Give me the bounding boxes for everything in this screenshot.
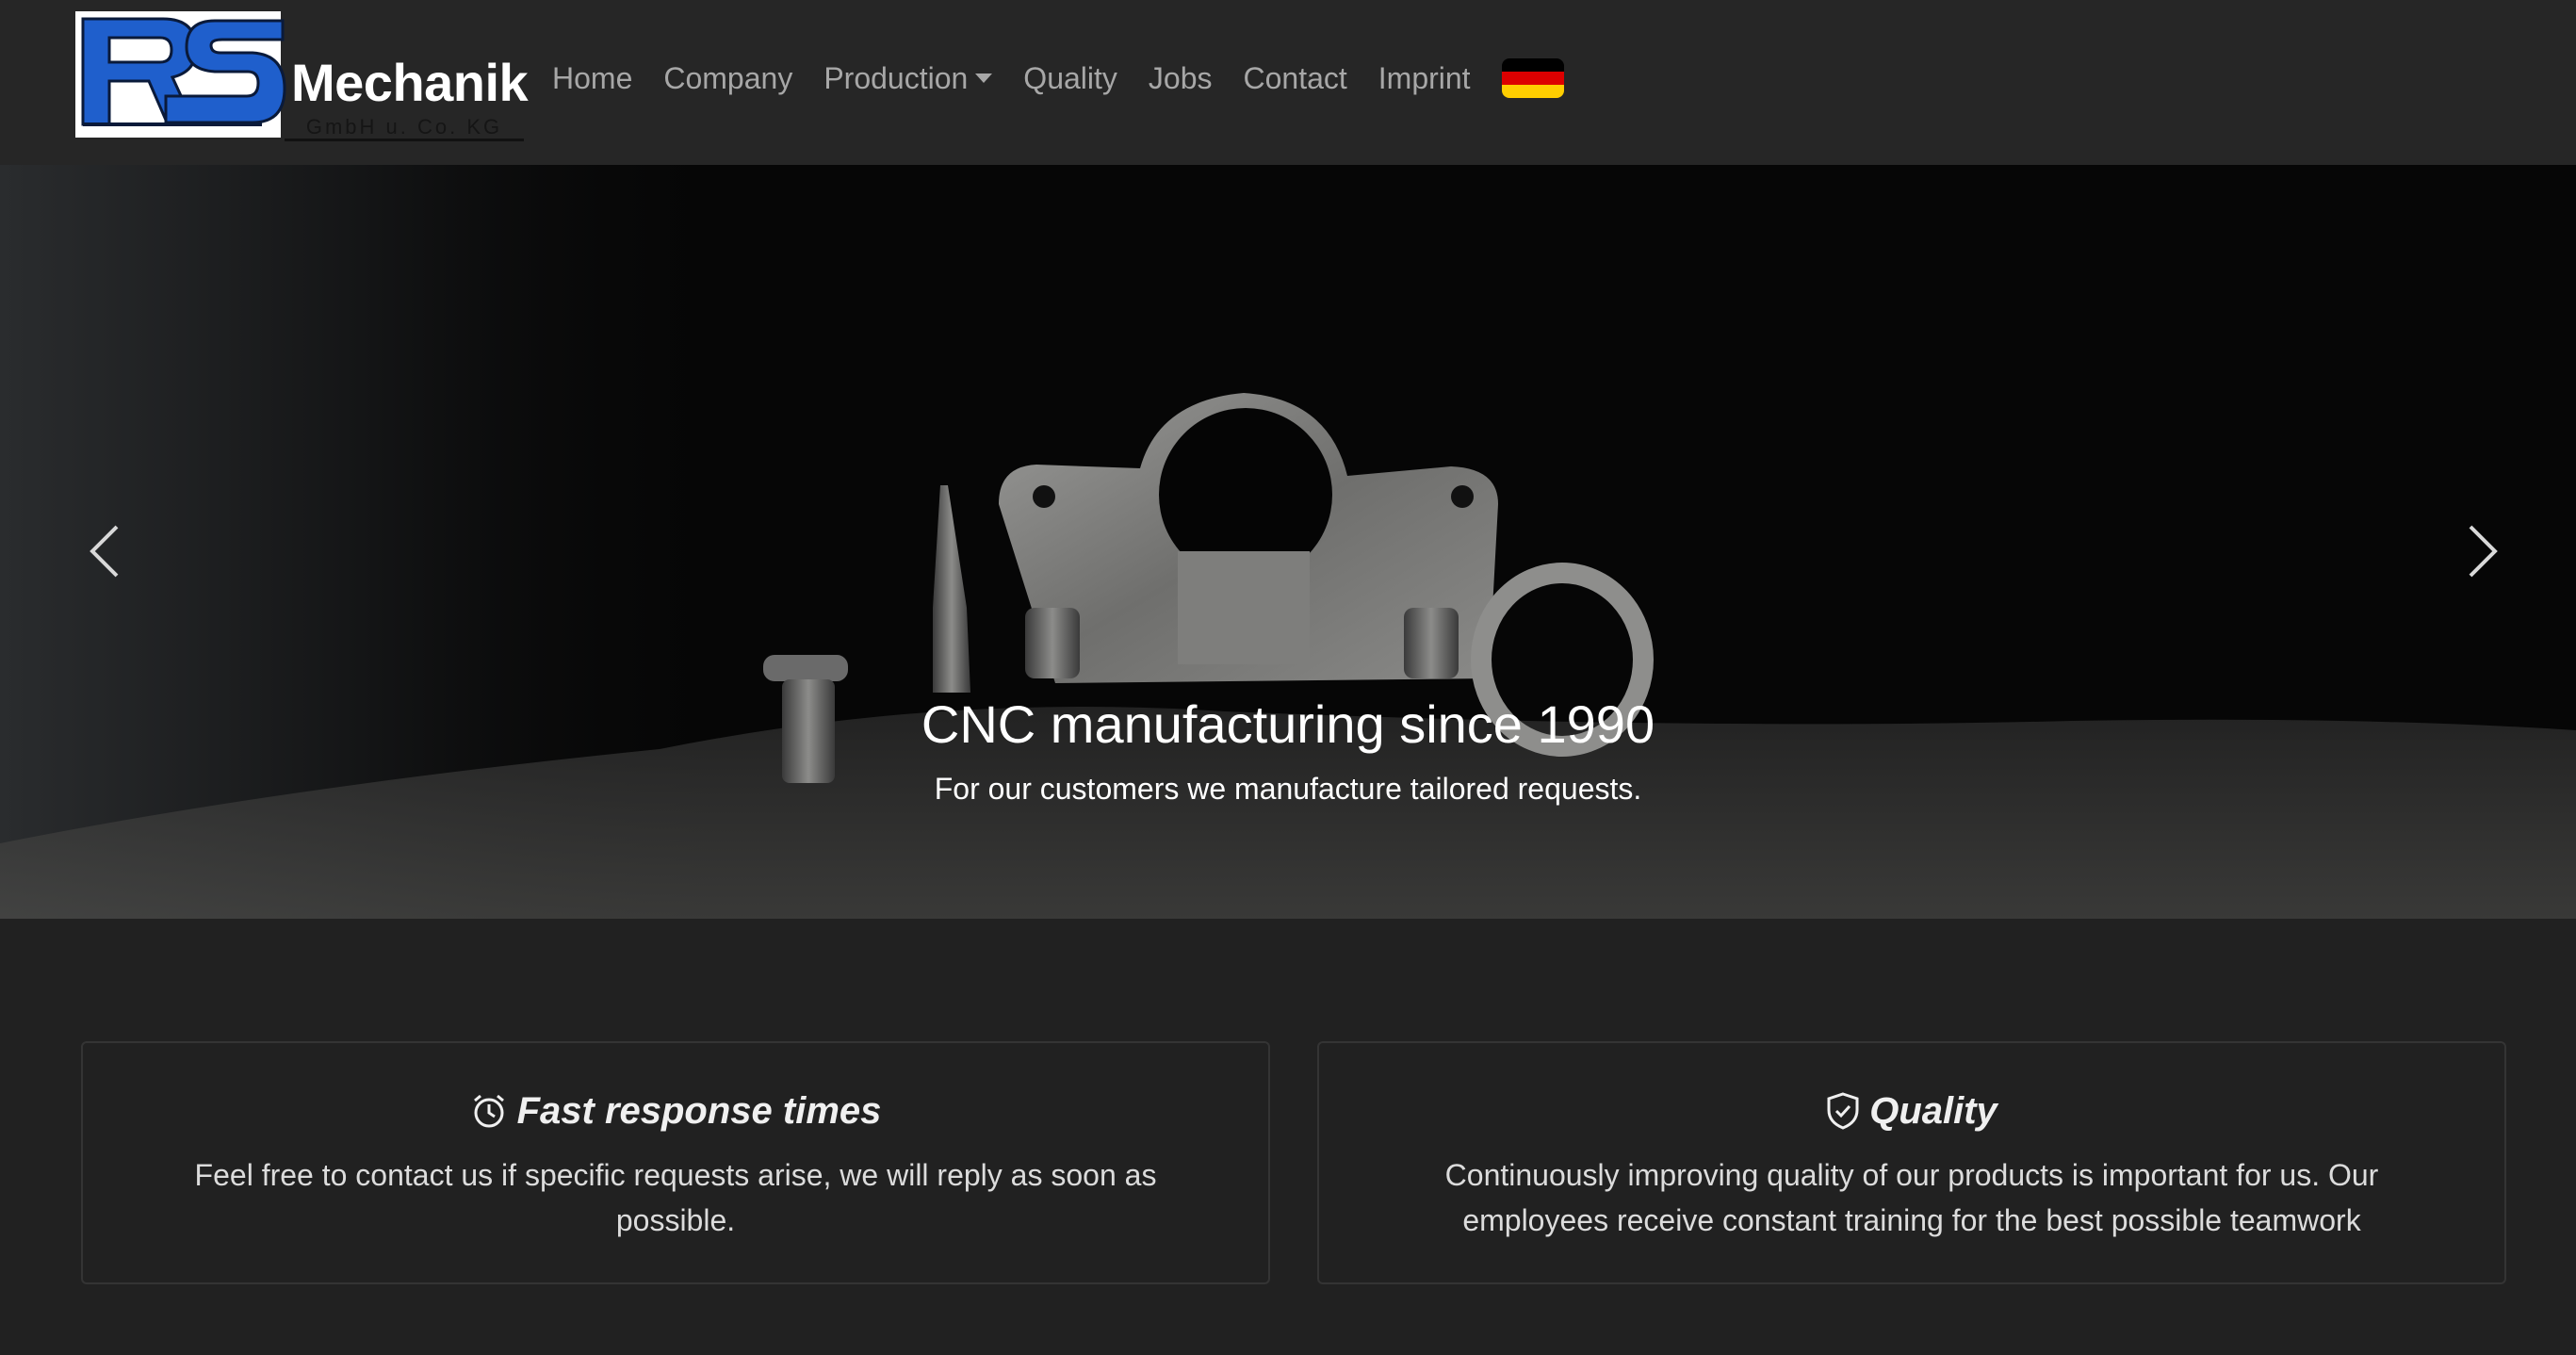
nav-item-jobs[interactable]: Jobs: [1149, 55, 1213, 102]
brand-name: Mechanik: [291, 53, 529, 112]
nav-item-company[interactable]: Company: [663, 55, 792, 102]
feature-cards: Fast response times Feel free to contact…: [81, 1041, 2506, 1284]
nav-item-contact[interactable]: Contact: [1243, 55, 1346, 102]
caret-down-icon: [975, 73, 993, 83]
brand-subtitle: GmbH u. Co. KG: [285, 113, 524, 141]
rs-logo: [75, 11, 286, 138]
feature-title-quality: Quality: [1319, 1088, 2504, 1134]
nav-item-production[interactable]: Production: [823, 55, 993, 102]
feature-title-response-label: Fast response times: [516, 1090, 882, 1132]
flag-stripe-red: [1501, 72, 1564, 85]
feature-title-response: Fast response times: [83, 1088, 1268, 1134]
flag-stripe-gold: [1501, 85, 1564, 98]
flag-stripe-black: [1501, 58, 1564, 72]
alarm-clock-icon: [473, 1094, 504, 1128]
brand-logo-link[interactable]: Mechanik GmbH u. Co. KG: [73, 9, 529, 143]
carousel-next-button[interactable]: [2450, 509, 2516, 594]
hero-title: CNC manufacturing since 1990: [921, 694, 1655, 754]
carousel-caption: CNC manufacturing since 1990 For our cus…: [0, 693, 2576, 808]
nav-item-production-label: Production: [823, 61, 969, 95]
hero-carousel: CNC manufacturing since 1990 For our cus…: [0, 165, 2576, 919]
nav-item-quality[interactable]: Quality: [1023, 55, 1117, 102]
chevron-left-icon: [90, 525, 119, 578]
feature-title-quality-label: Quality: [1869, 1090, 1997, 1132]
nav-item-imprint[interactable]: Imprint: [1378, 55, 1471, 102]
feature-text-quality: Continuously improving quality of our pr…: [1444, 1158, 2379, 1237]
shield-check-icon: [1827, 1092, 1859, 1130]
hero-subtitle: For our customers we manufacture tailore…: [934, 772, 1642, 807]
feature-card-quality: Quality Continuously improving quality o…: [1317, 1041, 2506, 1284]
feature-card-response: Fast response times Feel free to contact…: [81, 1041, 1270, 1284]
navbar: Mechanik GmbH u. Co. KG Home Company Pro…: [0, 0, 2576, 165]
nav-item-home[interactable]: Home: [552, 55, 632, 102]
chevron-right-icon: [2469, 525, 2498, 578]
main-nav: Home Company Production Quality Jobs Con…: [552, 55, 1564, 102]
carousel-prev-button[interactable]: [72, 509, 138, 594]
feature-text-response: Feel free to contact us if specific requ…: [194, 1158, 1157, 1237]
german-flag-icon[interactable]: [1501, 58, 1564, 98]
